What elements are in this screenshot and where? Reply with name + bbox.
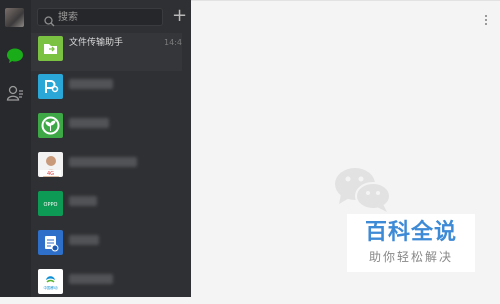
blurred-name: [69, 196, 97, 206]
user-avatar[interactable]: [5, 8, 24, 27]
chat-item-file-transfer[interactable]: 文件传输助手 14:4: [31, 33, 182, 71]
search-placeholder: 搜索: [58, 12, 78, 23]
chat-item[interactable]: [31, 71, 182, 109]
p-logo-icon: [38, 74, 63, 99]
chat-item[interactable]: 中国移动: [31, 266, 182, 304]
china-mobile-icon: 中国移动: [38, 269, 63, 294]
plant-logo-icon: [38, 113, 63, 138]
svg-text:OPPO: OPPO: [44, 202, 58, 208]
folder-icon: [38, 36, 63, 61]
blurred-name: [69, 79, 113, 89]
blurred-name: [69, 118, 109, 128]
watermark-title: 百科全说: [364, 220, 457, 245]
add-chat-button[interactable]: +: [172, 7, 187, 26]
blurred-name: [69, 274, 113, 284]
svg-text:中国移动: 中国移动: [44, 285, 58, 290]
wechat-logo-icon: [331, 164, 393, 214]
chat-nav-icon[interactable]: [6, 47, 24, 65]
more-menu-icon[interactable]: [484, 10, 488, 25]
chat-item[interactable]: [31, 227, 182, 265]
blurred-name: [69, 235, 99, 245]
blurred-name: [69, 157, 137, 167]
sidebar-nav: [0, 0, 31, 297]
chat-name: 文件传输助手: [69, 38, 124, 48]
contacts-nav-icon[interactable]: [6, 84, 24, 102]
photo-4g-icon: 4G: [38, 152, 63, 177]
chat-list: 文件传输助手 14:4 4G OPPO 中国移动: [31, 33, 182, 297]
watermark-subtitle: 助你轻松解决: [368, 250, 453, 264]
svg-text:4G: 4G: [47, 171, 54, 177]
search-icon: [44, 12, 55, 27]
top-divider: [191, 0, 500, 1]
document-check-icon: [38, 230, 63, 255]
chat-time: 14:4: [164, 38, 182, 47]
chat-item[interactable]: [31, 110, 182, 148]
chat-item[interactable]: 4G: [31, 149, 182, 187]
chat-item[interactable]: OPPO: [31, 188, 182, 226]
watermark: 百科全说 助你轻松解决: [347, 214, 475, 272]
search-box[interactable]: 搜索: [37, 8, 163, 27]
chat-list-panel: 搜索 + 文件传输助手 14:4 4G OPPO 中国移动: [31, 0, 220, 297]
oppo-logo-icon: OPPO: [38, 191, 63, 216]
